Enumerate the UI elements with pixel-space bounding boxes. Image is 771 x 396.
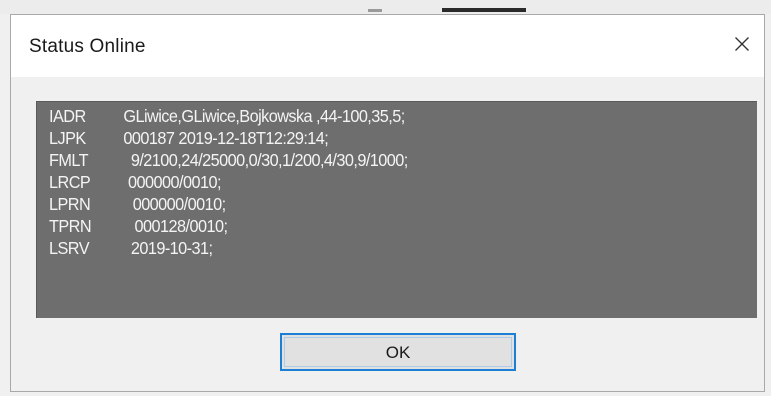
status-key: LJPK — [49, 128, 86, 148]
status-value: 000187 2019-12-18T12:29:14; — [123, 128, 329, 148]
background-mark — [368, 9, 382, 12]
status-value: 000000/0010; — [132, 194, 226, 214]
status-value: GLiwice,GLiwice,Bojkowska ,44-100,35,5; — [123, 106, 405, 126]
status-line: TPRN 000128/0010; — [49, 216, 228, 237]
status-line: IADR GLiwice,GLiwice,Bojkowska ,44-100,3… — [49, 106, 405, 127]
status-value: 000128/0010; — [134, 216, 228, 236]
dialog-titlebar[interactable]: Status Online — [11, 15, 764, 77]
close-icon — [735, 37, 749, 51]
status-line: LSRV 2019-10-31; — [49, 238, 213, 259]
status-key: TPRN — [49, 216, 92, 236]
ok-button[interactable]: OK — [280, 333, 516, 371]
status-key: LRCP — [49, 172, 91, 192]
status-key: LPRN — [49, 194, 91, 214]
status-value: 2019-10-31; — [130, 238, 213, 258]
status-key: IADR — [49, 106, 86, 126]
ok-button-label: OK — [385, 343, 411, 362]
status-key: LSRV — [49, 238, 90, 258]
background-mark — [442, 8, 526, 12]
status-line: LPRN 000000/0010; — [49, 194, 226, 215]
status-text-area[interactable]: IADR GLiwice,GLiwice,Bojkowska ,44-100,3… — [36, 101, 757, 318]
status-line: LJPK 000187 2019-12-18T12:29:14; — [49, 128, 329, 149]
dialog-title: Status Online — [29, 36, 146, 57]
status-line: FMLT 9/2100,24/25000,0/30,1/200,4/30,9/1… — [49, 150, 408, 171]
status-value: 000000/0010; — [128, 172, 221, 192]
background-window-strip — [0, 0, 771, 14]
close-button[interactable] — [718, 23, 764, 67]
status-value: 9/2100,24/25000,0/30,1/200,4/30,9/1000; — [130, 150, 408, 170]
status-dialog: Status Online IADR GLiwice,GLiwice,Bojko… — [10, 14, 765, 392]
status-line: LRCP 000000/0010; — [49, 172, 221, 193]
status-key: FMLT — [49, 150, 89, 170]
